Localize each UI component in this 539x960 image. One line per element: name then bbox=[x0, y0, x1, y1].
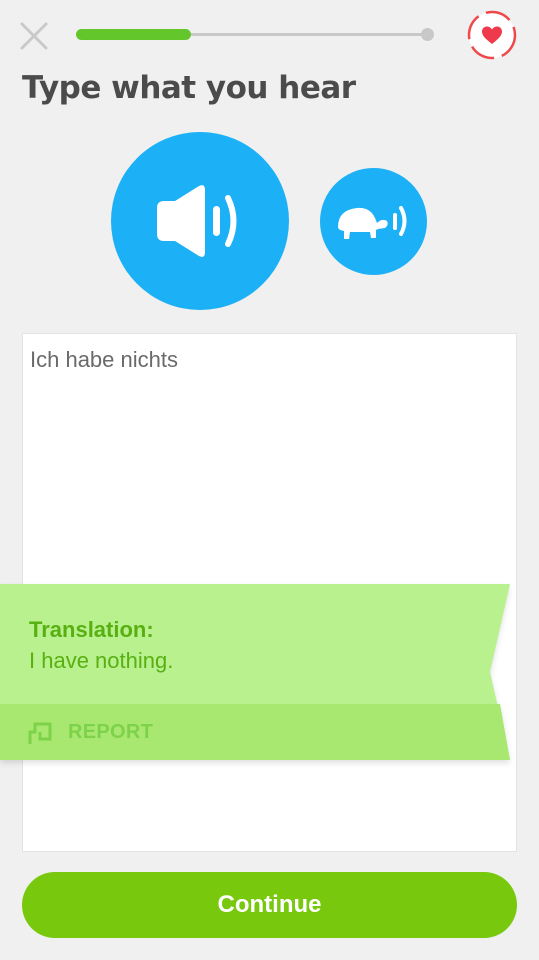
speaker-icon bbox=[157, 185, 237, 257]
translation-text: I have nothing. bbox=[29, 648, 174, 673]
progress-fill bbox=[76, 29, 191, 40]
play-audio-button[interactable] bbox=[111, 132, 289, 310]
answer-input-value: Ich habe nichts bbox=[30, 347, 178, 372]
page-title: Type what you hear bbox=[22, 70, 356, 106]
continue-button[interactable]: Continue bbox=[22, 872, 517, 938]
translation-label: Translation: bbox=[29, 617, 154, 642]
hearts-button[interactable] bbox=[466, 9, 518, 61]
report-label: REPORT bbox=[68, 720, 154, 743]
turtle-icon bbox=[338, 206, 407, 239]
progress-end-dot bbox=[421, 28, 434, 41]
flag-icon bbox=[28, 722, 52, 744]
play-slow-audio-button[interactable] bbox=[320, 168, 427, 275]
report-button[interactable]: REPORT bbox=[26, 714, 153, 750]
lesson-progress-bar bbox=[76, 28, 434, 41]
close-icon bbox=[20, 22, 48, 50]
heart-icon bbox=[467, 10, 517, 60]
close-button[interactable] bbox=[18, 20, 50, 52]
